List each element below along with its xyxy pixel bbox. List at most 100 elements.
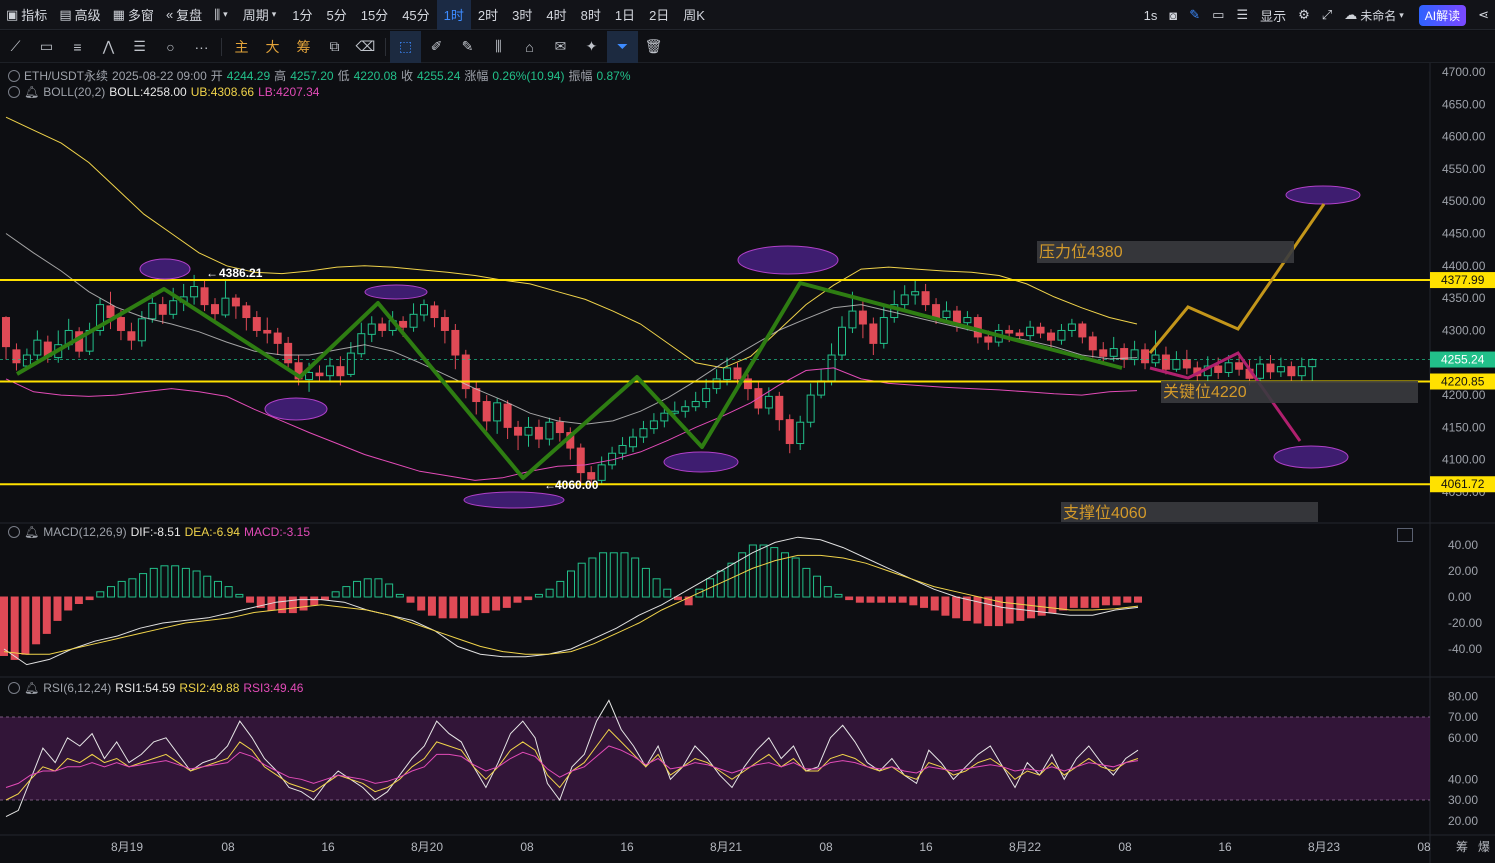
eye-icon[interactable] [8, 86, 20, 98]
macd-bar [74, 596, 83, 604]
candle-body [148, 302, 157, 320]
macd-bar [941, 596, 950, 616]
interval-4[interactable]: 1时 [436, 0, 471, 30]
candle-body [190, 286, 199, 298]
time-tick: 08 [1417, 840, 1431, 854]
eye-icon[interactable] [8, 69, 20, 82]
macd-bar [1005, 596, 1014, 624]
interval-9[interactable]: 1日 [608, 0, 642, 30]
macd-bar [96, 591, 105, 598]
candle-body [576, 447, 585, 474]
bell-icon[interactable]: 🔔︎ [24, 681, 39, 695]
macd-bar [331, 591, 340, 598]
magnet-icon[interactable]: ⧉ [319, 31, 350, 63]
bell-icon[interactable]: 🔔︎ [24, 525, 39, 539]
eraser-icon[interactable]: ⌫ [350, 31, 381, 63]
cloud-layout-dropdown[interactable]: ☁ 未命名 ▾ [1338, 0, 1413, 30]
fullscreen-icon[interactable]: ⤢ [1316, 0, 1338, 30]
candle-body [1287, 366, 1296, 377]
time-tick: 08 [819, 840, 833, 854]
wave-tool-icon[interactable]: ⋀ [93, 31, 124, 63]
candle-body [785, 419, 794, 445]
candle-body [597, 464, 606, 481]
rsi-tick: 80.00 [1448, 689, 1478, 703]
chip-tool[interactable]: 筹 [288, 31, 319, 63]
settings-icon[interactable]: ⚙ [1292, 0, 1316, 30]
interval-10[interactable]: 2日 [642, 0, 676, 30]
interval-3[interactable]: 45分 [395, 0, 436, 30]
kline-chart[interactable]: 4700.00 4650.00 4600.00 4550.00 4500.00 4450.… [0, 63, 1495, 863]
macd-bar [898, 596, 907, 603]
candle-body [764, 395, 773, 409]
more-icon[interactable]: ··· [186, 31, 217, 63]
expand-icon[interactable] [1397, 528, 1413, 542]
candle-body [1057, 329, 1066, 341]
macd-bar [320, 596, 329, 601]
trash-icon[interactable]: 🗑 [638, 31, 669, 63]
candle-body [325, 365, 334, 377]
multi-window-button[interactable]: ▦ 多窗 [107, 0, 160, 30]
replay-button[interactable]: «复盘 [160, 0, 208, 30]
macd-bar [460, 596, 469, 619]
list-icon[interactable]: ☰ [1230, 0, 1254, 30]
rsi-tick: 20.00 [1448, 814, 1478, 828]
main-chart-tool[interactable]: 主 [226, 31, 257, 63]
big-order-tool[interactable]: 大 [257, 31, 288, 63]
interval-1[interactable]: 5分 [319, 0, 353, 30]
price-tick: 4650.00 [1442, 97, 1486, 111]
interval-11[interactable]: 周K [676, 0, 712, 30]
filter-icon[interactable]: ⏷ [607, 30, 638, 63]
macd-bar [470, 596, 479, 616]
price-tick: 4500.00 [1442, 194, 1486, 208]
display-button[interactable]: 显示 [1254, 0, 1292, 30]
note-icon[interactable]: ✉ [545, 31, 576, 63]
brush-icon[interactable]: ✎ [452, 31, 483, 63]
pencil-icon[interactable]: ✎ [1183, 0, 1206, 30]
macd-bar [599, 552, 608, 598]
refresh-rate[interactable]: 1s [1138, 0, 1164, 30]
divider [385, 37, 386, 56]
macd-bar [492, 596, 501, 611]
macd-bar [181, 567, 190, 598]
candle-body [817, 380, 826, 396]
fib-tool-icon[interactable]: ☰ [124, 31, 155, 63]
macd-bar [374, 578, 383, 598]
candle-body [503, 403, 512, 428]
ai-read-button[interactable]: AI解读 [1418, 4, 1467, 26]
chart-type-button[interactable]: ⫼ ▾ [208, 0, 237, 30]
ruler-icon[interactable]: ✐ [421, 31, 452, 63]
candles-icon[interactable]: ⫼ [483, 31, 514, 63]
interval-0[interactable]: 1分 [285, 0, 319, 30]
interval-8[interactable]: 8时 [574, 0, 608, 30]
key-level-label: 关键位4220 [1163, 383, 1247, 401]
candle-body [984, 336, 993, 343]
macd-bar [171, 565, 180, 598]
candle-body [315, 372, 324, 377]
line-tool-icon[interactable]: ⟋ [0, 31, 31, 63]
interval-7[interactable]: 4时 [539, 0, 573, 30]
macd-bar [759, 544, 768, 598]
rectangle-tool-icon[interactable]: ▭ [31, 31, 62, 63]
candle-body [200, 287, 209, 306]
interval-2[interactable]: 15分 [354, 0, 395, 30]
magic-icon[interactable]: ✦ [576, 31, 607, 63]
interval-6[interactable]: 3时 [505, 0, 539, 30]
eye-icon[interactable] [8, 526, 20, 538]
candle-body [858, 310, 867, 325]
parallel-lines-icon[interactable]: ≡ [62, 31, 93, 63]
candle-body [1214, 365, 1223, 373]
cursor-icon[interactable]: ⬚ [390, 30, 421, 63]
macd-bar [417, 596, 426, 611]
advanced-button[interactable]: ▤ 高级 [53, 0, 106, 30]
comment-icon[interactable]: ▭ [1206, 0, 1230, 30]
eye-icon[interactable] [8, 682, 20, 694]
indicators-button[interactable]: ▣ 指标 [0, 0, 53, 30]
share-icon[interactable]: ⋖ [1472, 0, 1495, 30]
interval-5[interactable]: 2时 [471, 0, 505, 30]
circle-tool-icon[interactable]: ○ [155, 31, 186, 63]
candle-body [273, 332, 282, 344]
camera-icon[interactable]: ◙ [1163, 0, 1183, 30]
bell-icon[interactable]: 🔔︎ [24, 85, 39, 99]
period-dropdown[interactable]: 周期 ▾ [237, 0, 286, 30]
lock-icon[interactable]: ⌂ [514, 31, 545, 63]
